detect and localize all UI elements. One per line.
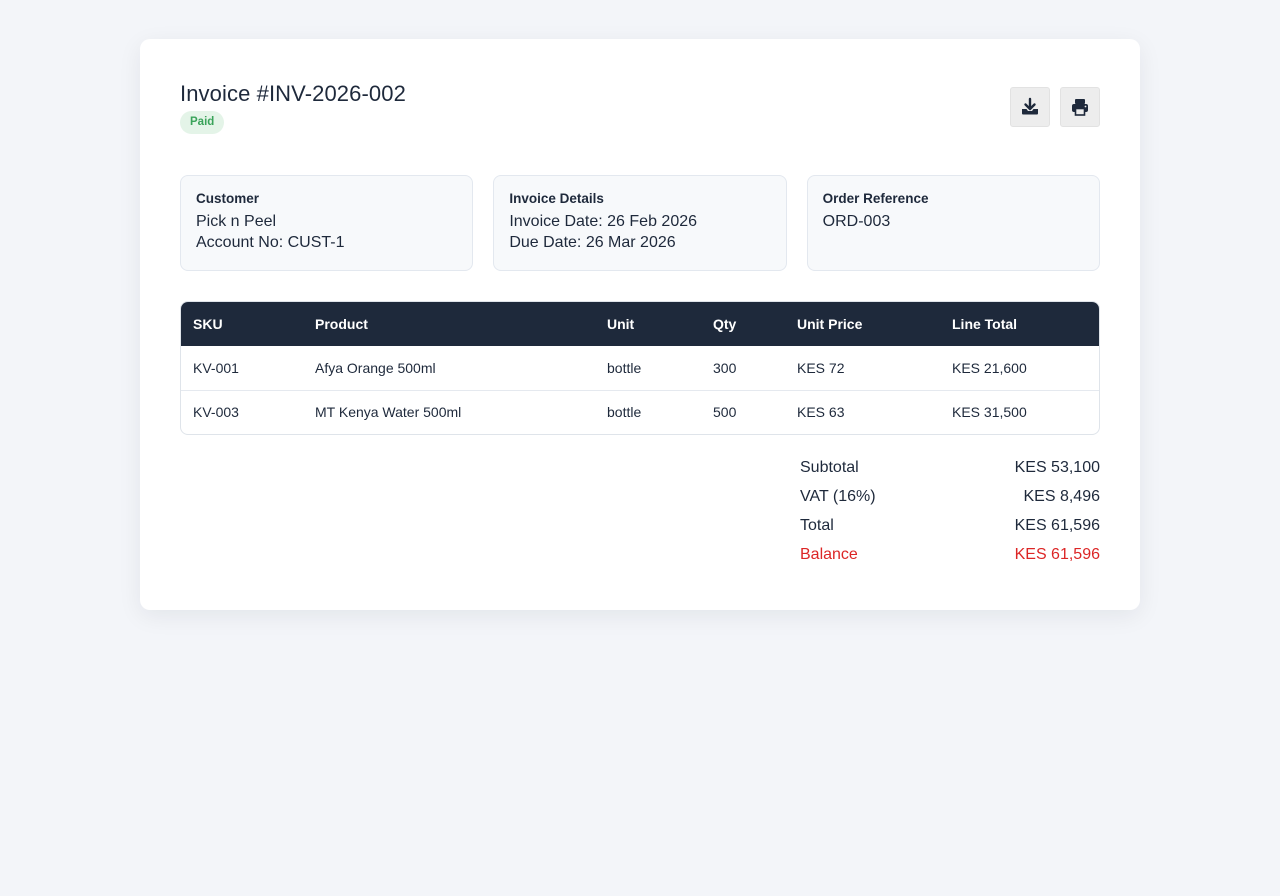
- cell-unit-price: KES 72: [797, 359, 845, 376]
- cell-line-total: KES 21,600: [952, 359, 1027, 376]
- cell-unit: bottle: [607, 359, 642, 376]
- order-reference-panel: Order Reference ORD-003: [806, 175, 1100, 271]
- download-icon: [1022, 97, 1038, 115]
- invoice-date: Invoice Date: 26 Feb 2026: [509, 213, 698, 230]
- order-reference-value: ORD-003: [822, 213, 891, 230]
- invoice-header: Invoice #INV-2026-002 Paid: [180, 79, 1100, 179]
- total-row: Total KES 61,596: [800, 511, 1100, 540]
- due-date: Due Date: 26 Mar 2026: [509, 234, 676, 251]
- invoice-details-label: Invoice Details: [509, 191, 604, 206]
- column-header-product: Product: [315, 316, 368, 332]
- cell-line-total: KES 31,500: [952, 404, 1027, 421]
- print-button[interactable]: [1060, 87, 1100, 127]
- cell-unit-price: KES 63: [797, 404, 845, 421]
- cell-sku: KV-003: [193, 404, 239, 421]
- column-header-unit: Unit: [607, 316, 635, 332]
- total-label: Total: [800, 516, 834, 534]
- subtotal-value: KES 53,100: [1014, 458, 1100, 476]
- balance-row: Balance KES 61,596: [800, 540, 1100, 569]
- totals-summary: Subtotal KES 53,100 VAT (16%) KES 8,496 …: [800, 453, 1100, 569]
- vat-value: KES 8,496: [1023, 487, 1101, 505]
- customer-name: Pick n Peel: [196, 213, 277, 230]
- download-button[interactable]: [1010, 87, 1050, 127]
- subtotal-label: Subtotal: [800, 458, 859, 476]
- table-row: KV-003 MT Kenya Water 500ml bottle 500 K…: [181, 390, 1099, 434]
- total-value: KES 61,596: [1014, 516, 1100, 534]
- table-row: KV-001 Afya Orange 500ml bottle 300 KES …: [181, 346, 1099, 390]
- column-header-sku: SKU: [193, 316, 223, 332]
- vat-label: VAT (16%): [800, 487, 876, 505]
- column-header-unit-price: Unit Price: [797, 316, 863, 332]
- cell-qty: 500: [713, 404, 737, 421]
- line-items-table: SKU Product Unit Qty Unit Price Line Tot…: [180, 301, 1100, 435]
- info-panels: Customer Pick n Peel Account No: CUST-1 …: [180, 175, 1100, 271]
- vat-row: VAT (16%) KES 8,496: [800, 482, 1100, 511]
- table-header-row: SKU Product Unit Qty Unit Price Line Tot…: [181, 302, 1099, 346]
- balance-label: Balance: [800, 545, 858, 563]
- invoice-details-panel: Invoice Details Invoice Date: 26 Feb 202…: [493, 175, 787, 271]
- column-header-line-total: Line Total: [952, 316, 1018, 332]
- cell-qty: 300: [713, 359, 737, 376]
- invoice-actions: [1010, 87, 1100, 127]
- cell-product: MT Kenya Water 500ml: [315, 404, 462, 421]
- customer-account: Account No: CUST-1: [196, 234, 345, 251]
- subtotal-row: Subtotal KES 53,100: [800, 453, 1100, 482]
- customer-panel: Customer Pick n Peel Account No: CUST-1: [180, 175, 474, 271]
- status-badge: Paid: [180, 111, 225, 134]
- column-header-qty: Qty: [713, 316, 737, 332]
- print-icon: [1072, 99, 1088, 116]
- invoice-title: Invoice #INV-2026-002: [180, 81, 406, 106]
- cell-sku: KV-001: [193, 359, 239, 376]
- cell-product: Afya Orange 500ml: [315, 359, 436, 376]
- customer-label: Customer: [196, 191, 260, 206]
- balance-value: KES 61,596: [1014, 545, 1100, 563]
- order-reference-label: Order Reference: [822, 191, 929, 206]
- cell-unit: bottle: [607, 404, 642, 421]
- invoice-card: Invoice #INV-2026-002 Paid Customer Pick…: [140, 39, 1140, 610]
